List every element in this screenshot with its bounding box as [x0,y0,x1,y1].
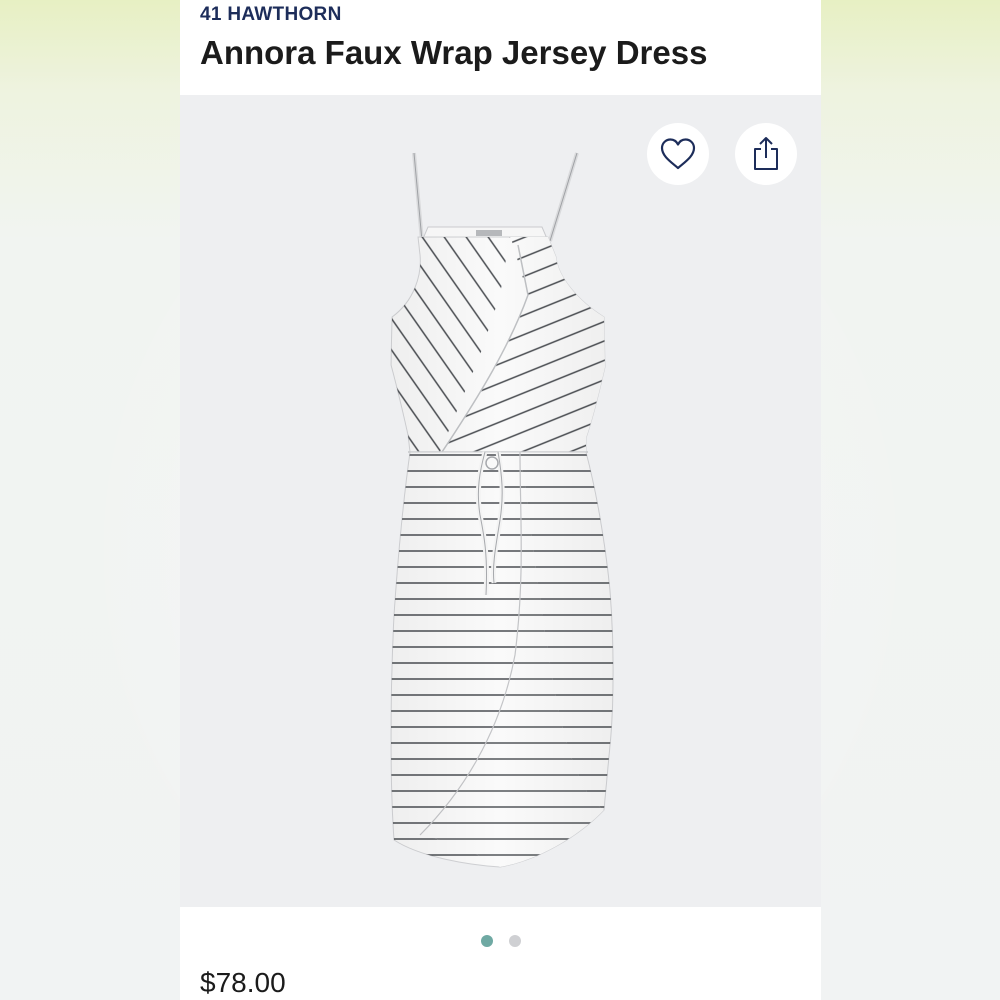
heart-icon [660,138,696,170]
product-header: 41 HAWTHORN Annora Faux Wrap Jersey Dres… [180,0,821,95]
product-card: 41 HAWTHORN Annora Faux Wrap Jersey Dres… [180,0,821,1000]
carousel-dot-1[interactable] [480,935,493,947]
favorite-button[interactable] [647,123,709,185]
brand-name[interactable]: 41 HAWTHORN [200,4,342,26]
carousel-dot-2[interactable] [508,935,521,947]
share-icon [754,137,778,170]
carousel-indicator [180,935,821,947]
product-image [390,152,614,868]
product-image-carousel[interactable] [180,95,821,907]
share-button[interactable] [735,123,797,185]
product-price: $78.00 [200,967,286,998]
product-title: Annora Faux Wrap Jersey Dress [200,34,708,71]
